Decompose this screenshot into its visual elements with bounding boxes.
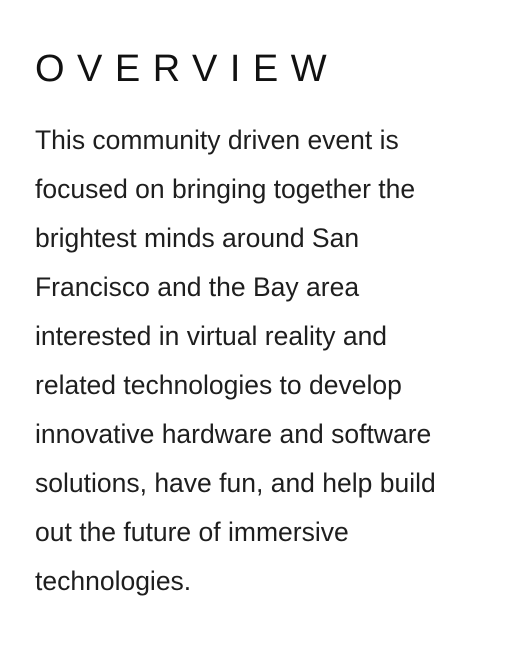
overview-description: This community driven event is focused o…: [35, 125, 436, 596]
overview-section: OVERVIEW This community driven event is …: [35, 44, 475, 606]
overview-heading: OVERVIEW: [35, 48, 340, 90]
